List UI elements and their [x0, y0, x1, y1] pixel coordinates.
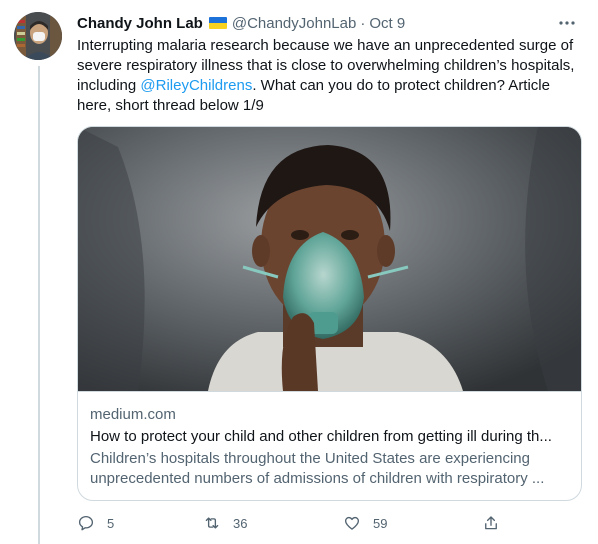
child-oxygen-mask-photo	[78, 127, 581, 391]
ukraine-flag-icon	[208, 17, 227, 29]
like-button[interactable]: 59	[343, 513, 387, 533]
retweet-button[interactable]: 36	[203, 513, 247, 533]
share-button[interactable]	[482, 513, 500, 533]
link-preview-card[interactable]: medium.com How to protect your child and…	[77, 126, 582, 501]
card-image[interactable]	[78, 127, 581, 391]
author-handle[interactable]: @ChandyJohnLab	[232, 15, 356, 32]
retweet-count: 36	[233, 515, 248, 531]
avatar[interactable]	[14, 12, 62, 60]
like-count: 59	[373, 515, 388, 531]
thread-line	[38, 66, 40, 544]
mention-link[interactable]: @RileyChildrens	[140, 77, 252, 94]
reply-button[interactable]: 5	[77, 513, 114, 533]
retweet-icon	[205, 517, 219, 529]
reply-icon	[78, 515, 94, 531]
tweet-header: Chandy John Lab @ChandyJohnLab · Oct 9	[77, 13, 584, 33]
card-description: Children’s hospitals throughout the Unit…	[90, 450, 545, 487]
avatar-image	[14, 12, 62, 60]
card-domain: medium.com	[90, 406, 176, 423]
share-icon	[485, 516, 497, 530]
card-body: medium.com How to protect your child and…	[78, 391, 581, 489]
author-name[interactable]: Chandy John Lab	[77, 15, 203, 32]
more-dots-icon[interactable]	[556, 13, 578, 33]
reply-count: 5	[107, 515, 115, 531]
card-title[interactable]: How to protect your child and other chil…	[90, 427, 569, 447]
tweet-actions: 5 36 59	[77, 513, 507, 533]
separator-dot: ·	[360, 14, 366, 32]
heart-icon	[344, 516, 360, 530]
tweet-date[interactable]: Oct 9	[369, 15, 405, 32]
tweet-text: Interrupting malaria research because we…	[77, 36, 577, 116]
